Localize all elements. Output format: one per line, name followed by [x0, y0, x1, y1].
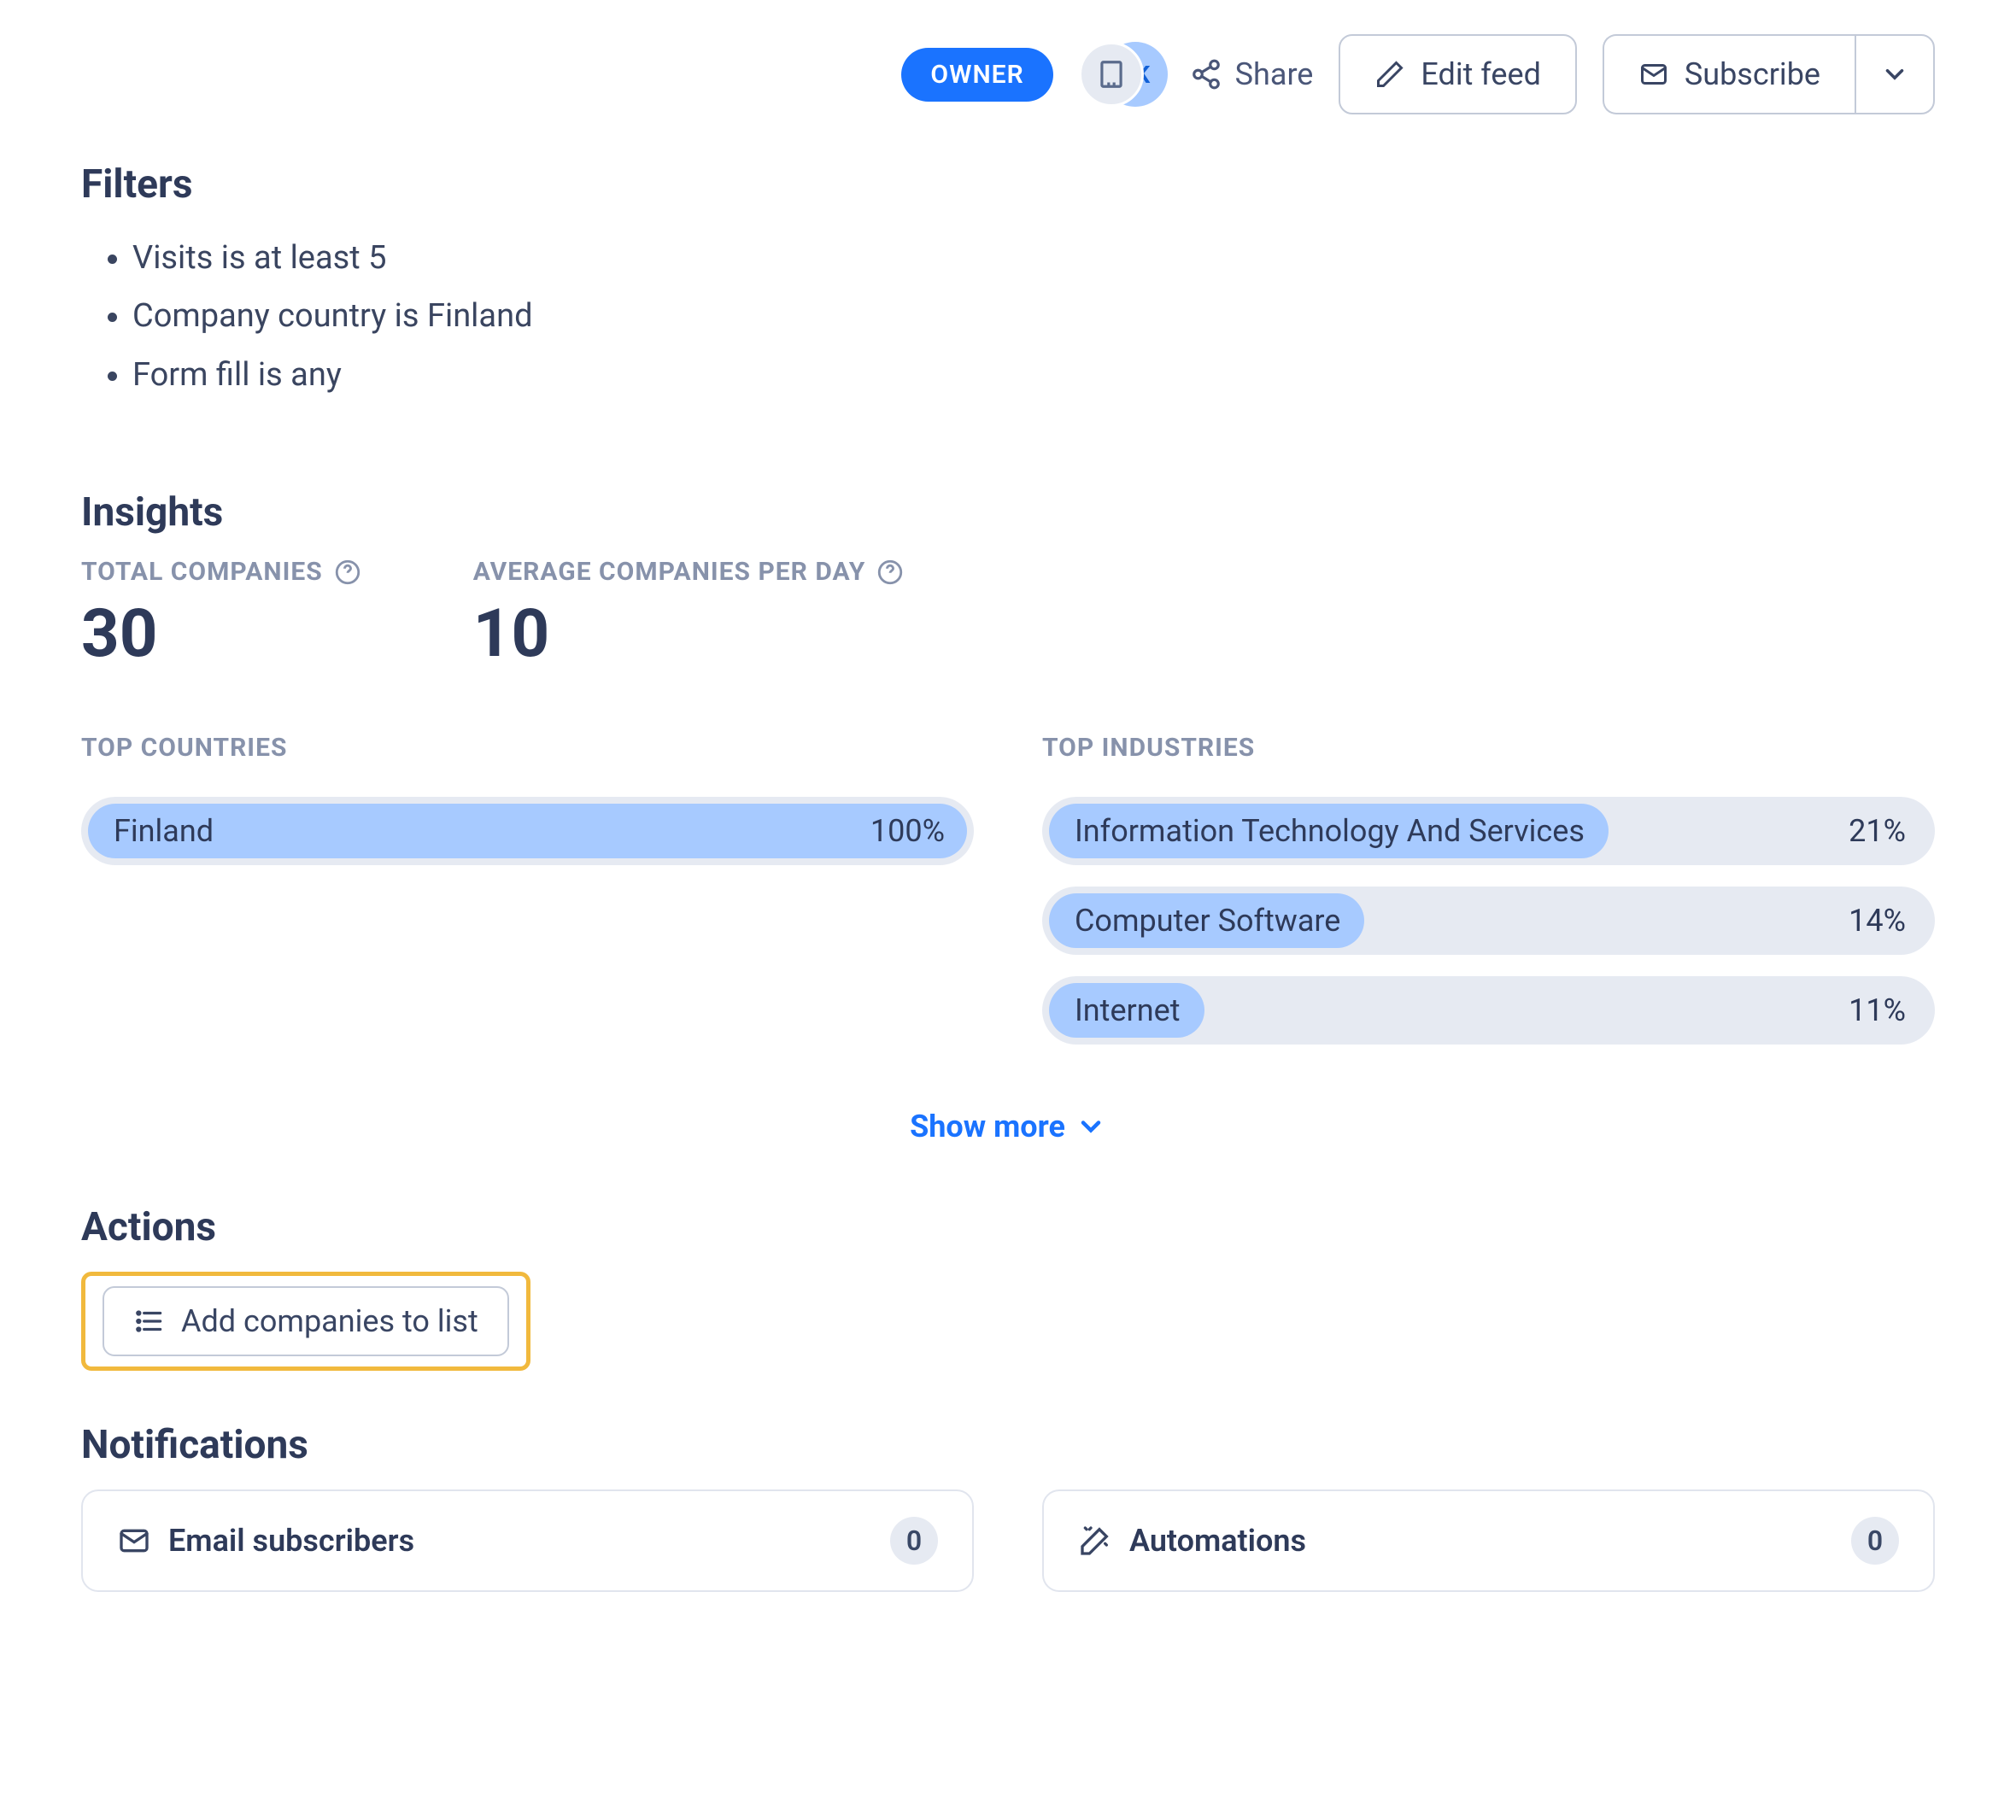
share-icon [1190, 58, 1222, 91]
help-icon[interactable] [876, 558, 905, 587]
email-subscribers-count: 0 [890, 1517, 938, 1565]
subscribe-group: Subscribe [1603, 34, 1935, 114]
envelope-icon [1638, 59, 1669, 90]
email-subscribers-card[interactable]: Email subscribers 0 [81, 1489, 974, 1592]
top-groups: TOP COUNTRIES Finland 100% TOP INDUSTRIES… [81, 733, 1935, 1066]
filters-title: Filters [81, 161, 1935, 208]
envelope-icon [117, 1524, 151, 1558]
chevron-down-icon [1075, 1111, 1106, 1142]
edit-feed-label: Edit feed [1421, 56, 1540, 92]
filters-list: Visits is at least 5 Company country is … [81, 229, 1935, 404]
toolbar: OWNER TK Share Edit feed [81, 34, 1935, 114]
automations-label: Automations [1129, 1523, 1306, 1559]
collaborator-avatars[interactable]: TK [1079, 40, 1164, 108]
avg-companies-stat: AVERAGE COMPANIES PER DAY 10 [473, 557, 905, 673]
top-industries-group: TOP INDUSTRIES Information Technology An… [1042, 733, 1935, 1066]
bar-percent: 11% [1849, 992, 1906, 1028]
chevron-down-icon [1880, 60, 1909, 89]
notifications-grid: Email subscribers 0 Automations 0 [81, 1489, 1935, 1592]
top-countries-group: TOP COUNTRIES Finland 100% [81, 733, 974, 1066]
actions-title: Actions [81, 1204, 1935, 1250]
help-icon[interactable] [333, 558, 362, 587]
bar-row: Information Technology And Services 21% [1042, 797, 1935, 865]
top-countries-title: TOP COUNTRIES [81, 733, 974, 763]
show-more-label: Show more [910, 1109, 1065, 1144]
bar-percent: 100% [870, 813, 945, 849]
avg-companies-label: AVERAGE COMPANIES PER DAY [473, 557, 866, 587]
automations-count: 0 [1851, 1517, 1899, 1565]
actions-highlight: Add companies to list [81, 1272, 530, 1371]
total-companies-label: TOTAL COMPANIES [81, 557, 323, 587]
pencil-icon [1374, 59, 1405, 90]
bar-fill [88, 804, 967, 858]
show-more-button[interactable]: Show more [81, 1109, 1935, 1144]
bar-row: Finland 100% [81, 797, 974, 865]
subscribe-dropdown-button[interactable] [1855, 34, 1935, 114]
total-companies-value: 30 [81, 595, 362, 673]
bar-row: Computer Software 14% [1042, 887, 1935, 955]
insights-stats: TOTAL COMPANIES 30 AVERAGE COMPANIES PER… [81, 557, 1935, 673]
list-icon [133, 1305, 166, 1337]
magic-wand-icon [1078, 1524, 1112, 1558]
add-companies-label: Add companies to list [181, 1303, 478, 1339]
bar-label: Internet [1068, 992, 1181, 1028]
insights-title: Insights [81, 489, 1935, 535]
avg-companies-value: 10 [473, 595, 905, 673]
filter-item: Visits is at least 5 [132, 229, 1935, 287]
automations-card[interactable]: Automations 0 [1042, 1489, 1935, 1592]
subscribe-label: Subscribe [1685, 56, 1820, 92]
notifications-title: Notifications [81, 1422, 1935, 1468]
edit-feed-button[interactable]: Edit feed [1339, 34, 1576, 114]
top-industries-title: TOP INDUSTRIES [1042, 733, 1935, 763]
avatar-company-icon [1079, 42, 1144, 107]
total-companies-stat: TOTAL COMPANIES 30 [81, 557, 362, 673]
bar-percent: 14% [1849, 903, 1906, 939]
owner-badge: OWNER [901, 48, 1052, 102]
add-companies-button[interactable]: Add companies to list [103, 1286, 509, 1356]
share-button[interactable]: Share [1190, 56, 1314, 92]
bar-label: Computer Software [1068, 903, 1340, 939]
filter-item: Form fill is any [132, 346, 1935, 404]
bar-row: Internet 11% [1042, 976, 1935, 1045]
bar-label: Information Technology And Services [1068, 813, 1585, 849]
bar-label: Finland [107, 813, 214, 849]
email-subscribers-label: Email subscribers [168, 1523, 414, 1559]
filter-item: Company country is Finland [132, 287, 1935, 345]
share-label: Share [1235, 56, 1314, 92]
building-icon [1095, 58, 1128, 91]
bar-percent: 21% [1849, 813, 1906, 849]
subscribe-button[interactable]: Subscribe [1603, 34, 1855, 114]
